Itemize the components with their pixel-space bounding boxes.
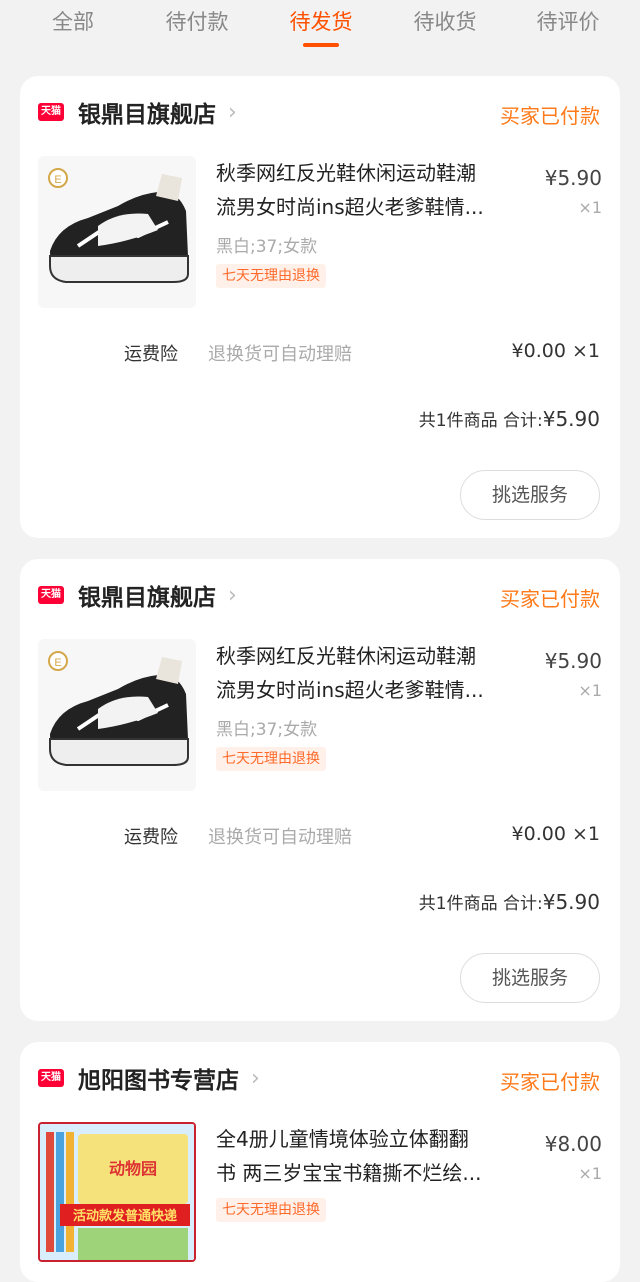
total-label: 合计: bbox=[503, 894, 543, 914]
product-sku: 黑白;37;女款 bbox=[216, 237, 318, 257]
product-title[interactable]: 秋季网红反光鞋休闲运动鞋潮 流男女时尚ins超火老爹鞋情... bbox=[216, 639, 532, 707]
product-quantity: ×1 bbox=[578, 198, 602, 217]
order-card[interactable]: 天猫 银鼎目旗舰店 › 买家已付款 E 秋季网红反光鞋休闲运动鞋潮 流男女时尚i… bbox=[20, 559, 620, 1021]
sneaker-image-icon: E bbox=[48, 651, 189, 766]
chevron-right-icon[interactable]: › bbox=[228, 100, 237, 125]
total-amount: ¥5.90 bbox=[542, 407, 600, 431]
product-title[interactable]: 全4册儿童情境体验立体翻翻 书 两三岁宝宝书籍撕不烂绘... bbox=[216, 1122, 532, 1190]
svg-text:E: E bbox=[54, 174, 61, 186]
shop-header[interactable]: 天猫 银鼎目旗舰店 › bbox=[38, 579, 237, 611]
return-policy-tag: 七天无理由退换 bbox=[216, 264, 326, 288]
shipping-insurance-desc: 退换货可自动理赔 bbox=[208, 827, 352, 848]
chevron-right-icon[interactable]: › bbox=[251, 1066, 260, 1091]
select-service-button[interactable]: 挑选服务 bbox=[460, 470, 600, 520]
product-price: ¥5.90 bbox=[544, 166, 602, 190]
total-label: 合计: bbox=[503, 411, 543, 431]
product-title[interactable]: 秋季网红反光鞋休闲运动鞋潮 流男女时尚ins超火老爹鞋情... bbox=[216, 156, 532, 224]
svg-text:E: E bbox=[54, 657, 61, 669]
order-total: 共1件商品 合计:¥5.90 bbox=[419, 889, 600, 914]
tmall-logo-icon: 天猫 bbox=[38, 103, 64, 121]
shop-header[interactable]: 天猫 旭阳图书专营店 › bbox=[38, 1062, 260, 1094]
sneaker-image-icon: E bbox=[48, 168, 189, 283]
return-policy-tag: 七天无理由退换 bbox=[216, 747, 326, 771]
shipping-insurance-desc: 退换货可自动理赔 bbox=[208, 344, 352, 365]
tab-all[interactable]: 全部 bbox=[52, 6, 94, 36]
tab-pending-review[interactable]: 待评价 bbox=[537, 6, 600, 36]
order-total: 共1件商品 合计:¥5.90 bbox=[419, 406, 600, 431]
product-quantity: ×1 bbox=[578, 681, 602, 700]
return-policy-tag: 七天无理由退换 bbox=[216, 1198, 326, 1222]
shipping-insurance-label: 运费险 bbox=[124, 827, 178, 848]
tmall-logo-icon: 天猫 bbox=[38, 586, 64, 604]
svg-text:动物园: 动物园 bbox=[109, 1159, 157, 1178]
tab-pending-receipt[interactable]: 待收货 bbox=[414, 6, 477, 36]
item-count: 共1件商品 bbox=[418, 411, 498, 431]
product-image[interactable]: E bbox=[38, 156, 196, 308]
product-image[interactable]: E bbox=[38, 639, 196, 791]
shipping-insurance-label: 运费险 bbox=[124, 344, 178, 365]
shipping-insurance-price: ¥0.00 ×1 bbox=[511, 340, 600, 362]
tab-pending-payment[interactable]: 待付款 bbox=[166, 6, 229, 36]
item-count: 共1件商品 bbox=[418, 894, 498, 914]
product-price: ¥8.00 bbox=[544, 1132, 602, 1156]
order-card[interactable]: 天猫 银鼎目旗舰店 › 买家已付款 E 秋季网红反光鞋休闲运动鞋潮 流男女时尚i… bbox=[20, 76, 620, 538]
product-image[interactable]: 动物园 活动款发普通快递 bbox=[38, 1122, 196, 1262]
shipping-insurance-price: ¥0.00 ×1 bbox=[511, 823, 600, 845]
tab-pending-shipment[interactable]: 待发货 bbox=[290, 6, 353, 36]
shop-header[interactable]: 天猫 银鼎目旗舰店 › bbox=[38, 96, 237, 128]
order-status: 买家已付款 bbox=[500, 587, 600, 611]
total-amount: ¥5.90 bbox=[542, 890, 600, 914]
shop-name[interactable]: 银鼎目旗舰店 bbox=[78, 578, 216, 612]
select-service-button[interactable]: 挑选服务 bbox=[460, 953, 600, 1003]
shop-name[interactable]: 银鼎目旗舰店 bbox=[78, 95, 216, 129]
order-status: 买家已付款 bbox=[500, 1070, 600, 1094]
order-status: 买家已付款 bbox=[500, 104, 600, 128]
product-quantity: ×1 bbox=[578, 1164, 602, 1183]
product-price: ¥5.90 bbox=[544, 649, 602, 673]
shop-name[interactable]: 旭阳图书专营店 bbox=[78, 1061, 239, 1095]
tmall-logo-icon: 天猫 bbox=[38, 1069, 64, 1087]
order-status-tabs: 全部 待付款 待发货 待收货 待评价 bbox=[0, 0, 640, 60]
product-sku: 黑白;37;女款 bbox=[216, 720, 318, 740]
book-image-icon: 动物园 活动款发普通快递 bbox=[40, 1124, 194, 1260]
order-card[interactable]: 天猫 旭阳图书专营店 › 买家已付款 动物园 活动款发普通快递 全4册儿童情境体… bbox=[20, 1042, 620, 1282]
chevron-right-icon[interactable]: › bbox=[228, 583, 237, 608]
svg-text:活动款发普通快递: 活动款发普通快递 bbox=[73, 1208, 177, 1223]
active-tab-indicator bbox=[303, 43, 339, 47]
